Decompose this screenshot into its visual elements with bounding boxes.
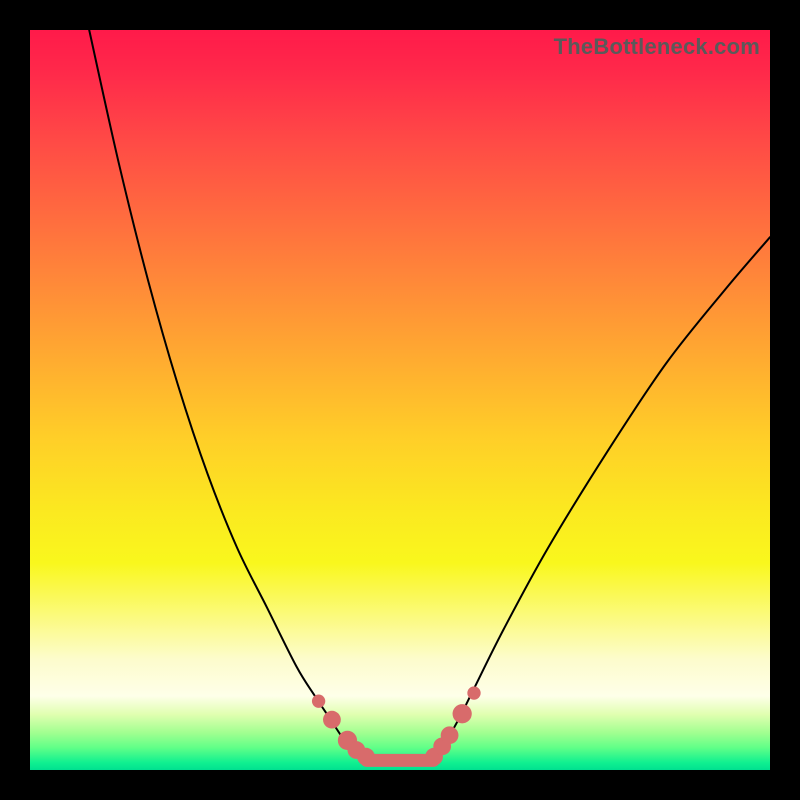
data-marker xyxy=(441,726,459,744)
data-marker xyxy=(357,748,375,766)
data-marker xyxy=(312,695,325,708)
chart-svg xyxy=(30,30,770,770)
left-curve xyxy=(89,30,367,759)
data-marker xyxy=(323,711,341,729)
data-marker xyxy=(453,704,472,723)
chart-frame: TheBottleneck.com xyxy=(0,0,800,800)
plot-area: TheBottleneck.com xyxy=(30,30,770,770)
data-marker xyxy=(467,686,480,699)
right-curve xyxy=(433,237,770,759)
